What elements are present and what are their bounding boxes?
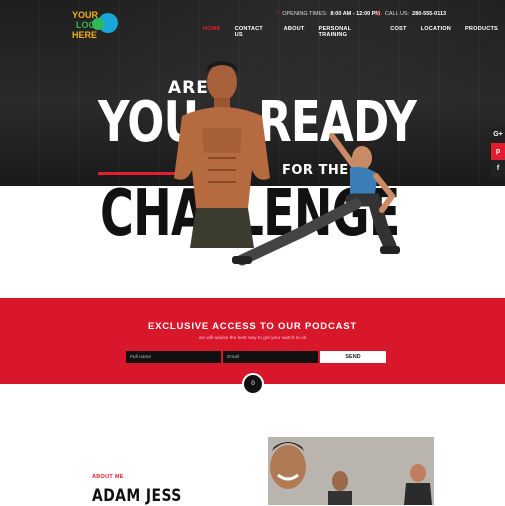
main-nav: HOME CONTACT US ABOUT PERSONAL TRAINING … xyxy=(196,26,505,38)
social-bar: G+ p f xyxy=(491,126,505,177)
pinterest-icon[interactable]: p xyxy=(491,143,505,160)
logo-text-line2: LOGO xyxy=(76,20,103,30)
opening-times-label: OPENING TIMES: xyxy=(282,10,328,17)
call-us-number[interactable]: 280-555-0113 xyxy=(412,11,446,17)
logo-text-line1: YOUR xyxy=(72,10,99,20)
phone-icon: ✆ xyxy=(376,11,382,18)
nav-location[interactable]: LOCATION xyxy=(414,26,458,38)
trainer-photo-image xyxy=(268,437,434,505)
nav-about[interactable]: ABOUT xyxy=(277,26,312,38)
about-label: ABOUT ME xyxy=(92,474,124,480)
podcast-title: EXCLUSIVE ACCESS TO OUR PODCAST xyxy=(147,321,358,332)
logo-text-line3: HERE xyxy=(72,30,98,40)
clock-icon: ◔ xyxy=(275,10,280,17)
send-button[interactable]: SEND xyxy=(320,351,386,363)
facebook-icon[interactable]: f xyxy=(491,160,505,177)
nav-personal-training[interactable]: PERSONAL TRAINING xyxy=(312,26,384,38)
female-athlete-image xyxy=(232,133,400,266)
nav-products[interactable]: PRODUCTS xyxy=(458,26,505,38)
scroll-down-button[interactable]: 0 xyxy=(242,373,264,395)
nav-cost[interactable]: COST xyxy=(383,26,413,38)
trainer-photo xyxy=(268,437,434,505)
opening-times-value: 8:00 AM - 12:00 PM xyxy=(330,10,380,17)
about-name: ADAM JESS xyxy=(92,486,182,506)
email-field[interactable]: Email xyxy=(223,351,318,363)
site-logo[interactable]: YOUR LOGO HERE xyxy=(72,9,120,41)
podcast-subtitle: we will advise the best way to get your … xyxy=(198,336,307,341)
podcast-signup-section xyxy=(0,298,505,384)
call-us-label: CALL US: xyxy=(384,11,410,17)
call-us: ✆ CALL US: 280-555-0113 xyxy=(376,10,446,18)
nav-contact-us[interactable]: CONTACT US xyxy=(228,26,277,38)
full-name-field[interactable]: Full name xyxy=(126,351,221,363)
opening-times: ◔ OPENING TIMES: 8:00 AM - 12:00 PM xyxy=(275,10,380,17)
google-plus-icon[interactable]: G+ xyxy=(491,126,505,143)
nav-home[interactable]: HOME xyxy=(196,26,228,38)
